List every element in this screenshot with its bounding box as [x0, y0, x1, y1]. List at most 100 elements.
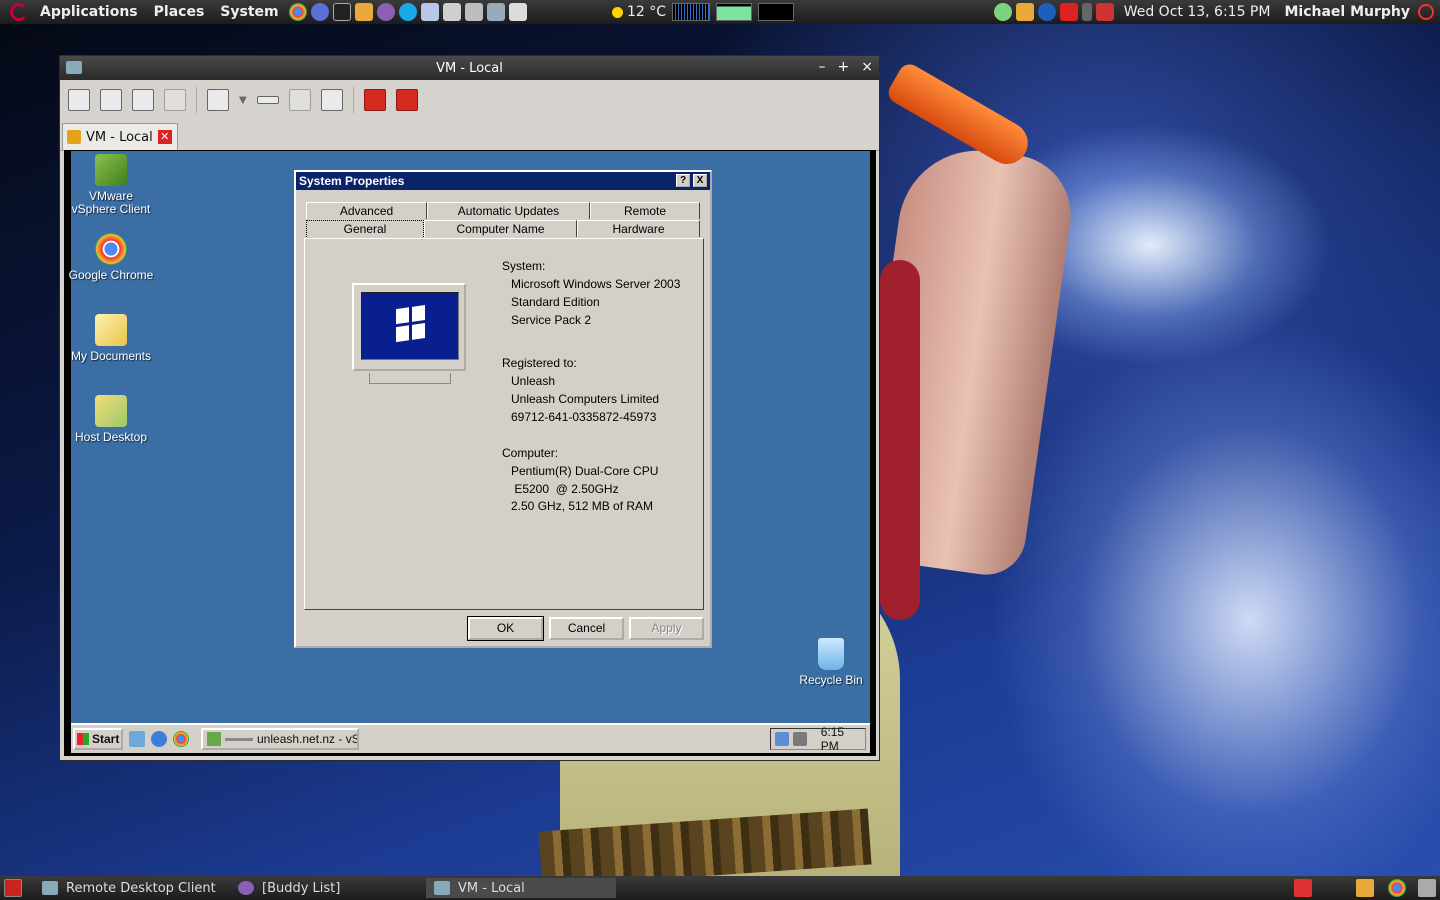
clipboard-icon[interactable]	[288, 89, 311, 111]
taskbar-item-label: unleash.net.nz - vS...	[257, 732, 359, 746]
taskbar-item-vsphere[interactable]: unleash.net.nz - vS...	[201, 728, 359, 750]
memory-monitor-graph[interactable]	[716, 3, 753, 21]
os-name: Microsoft Windows Server 2003	[511, 277, 681, 291]
menu-places[interactable]: Places	[146, 4, 213, 20]
show-desktop-icon[interactable]	[129, 731, 145, 747]
menu-system[interactable]: System	[212, 4, 286, 20]
user-switcher[interactable]: Michael Murphy	[1284, 4, 1410, 20]
debian-logo-icon[interactable]	[10, 3, 28, 21]
taskbar-item-buddy-list[interactable]: [Buddy List]	[230, 878, 420, 898]
recycle-bin-icon	[818, 638, 844, 670]
workspace-2-icon[interactable]	[1356, 879, 1374, 897]
update-notifier-icon[interactable]	[993, 3, 1012, 21]
tab-general[interactable]: General	[306, 220, 424, 239]
screenshot-launcher-icon[interactable]	[464, 3, 483, 21]
help-button[interactable]: ?	[676, 174, 690, 187]
skype-launcher-icon[interactable]	[398, 3, 417, 21]
taskbar-item-remote-desktop[interactable]: Remote Desktop Client	[34, 878, 224, 898]
tab-hardware[interactable]: Hardware	[577, 220, 700, 237]
cpu-monitor-graph[interactable]	[672, 3, 711, 21]
desktop-icon-chrome[interactable]: Google Chrome	[66, 233, 156, 282]
tab-label: VM - Local	[86, 129, 153, 145]
alert-icon[interactable]	[1059, 3, 1078, 21]
minimize-button[interactable]: –	[819, 59, 826, 75]
terminal-launcher-icon[interactable]	[332, 3, 351, 21]
close-button[interactable]: ×	[861, 59, 873, 75]
zoom-icon[interactable]	[207, 89, 229, 111]
keyboard-icon[interactable]	[256, 96, 279, 104]
power-icon[interactable]	[1418, 4, 1434, 20]
fullscreen-icon[interactable]	[100, 89, 122, 111]
preferences-icon[interactable]	[320, 89, 343, 111]
package-icon[interactable]	[1015, 3, 1034, 21]
network-monitor-graph[interactable]	[758, 3, 795, 21]
windows-logo-icon	[396, 304, 426, 344]
remote-desktop-app-icon[interactable]	[66, 61, 82, 74]
email-launcher-icon[interactable]	[310, 3, 329, 21]
taskbar-item-vm-local[interactable]: VM - Local	[426, 878, 616, 898]
desktop-icon-my-documents[interactable]: My Documents	[66, 314, 156, 363]
vmware-tools-tray-icon[interactable]	[792, 732, 807, 746]
zoom-dropdown-chevron-icon[interactable]: ▼	[239, 95, 247, 106]
disconnect-icon[interactable]	[395, 89, 418, 111]
monitor-stand	[369, 373, 451, 384]
top-panel-tray: Wed Oct 13, 6:15 PM Michael Murphy	[992, 3, 1440, 21]
toolbar-separator	[352, 87, 354, 113]
fit-window-icon[interactable]	[132, 89, 154, 111]
vm-launcher-icon[interactable]	[442, 3, 461, 21]
cancel-button[interactable]: Cancel	[549, 617, 624, 640]
network-launcher-icon[interactable]	[508, 3, 527, 21]
apply-button[interactable]: Apply	[629, 617, 704, 640]
bottom-panel: Remote Desktop Client [Buddy List] VM - …	[0, 876, 1440, 900]
dialog-title: System Properties	[299, 174, 405, 188]
desktop-icon-vsphere[interactable]: VMware vSphere Client	[66, 154, 156, 216]
chrome-launcher-icon[interactable]	[288, 3, 307, 21]
os-edition: Standard Edition	[511, 295, 600, 309]
maximize-button[interactable]: +	[838, 59, 850, 75]
editor-launcher-icon[interactable]	[420, 3, 439, 21]
dialog-titlebar[interactable]: System Properties ? X	[296, 172, 710, 190]
weather-applet[interactable]: 12 °C	[612, 3, 795, 21]
tab-advanced[interactable]: Advanced	[306, 202, 427, 219]
chrome-quicklaunch-icon[interactable]	[173, 731, 189, 747]
trash-icon[interactable]	[1418, 879, 1436, 897]
hp-printer-icon[interactable]	[1037, 3, 1056, 21]
panel-clock[interactable]: Wed Oct 13, 6:15 PM	[1124, 4, 1271, 20]
product-id: 69712-641-0335872-45973	[511, 410, 657, 424]
tab-remote[interactable]: Remote	[590, 202, 700, 219]
network-status-icon[interactable]	[1095, 3, 1114, 21]
tab-close-icon[interactable]: ✕	[157, 130, 172, 144]
vsphere-icon	[95, 154, 127, 186]
pidgin-launcher-icon[interactable]	[376, 3, 395, 21]
cpu-model: E5200 @ 2.50GHz	[511, 482, 619, 496]
workspace-1-icon[interactable]	[1294, 879, 1312, 897]
guest-clock[interactable]: 6:15 PM	[821, 725, 865, 753]
tab-computer-name[interactable]: Computer Name	[424, 220, 577, 237]
weather-temperature: 12 °C	[627, 4, 667, 20]
desktop-icon-recycle-bin[interactable]: Recycle Bin	[786, 638, 876, 687]
network-tray-icon[interactable]	[775, 732, 789, 746]
volume-icon[interactable]	[1081, 3, 1092, 21]
remote-desktop-launcher-icon[interactable]	[486, 3, 505, 21]
internet-explorer-icon[interactable]	[151, 731, 167, 747]
window-mode-icon[interactable]	[68, 89, 90, 111]
home-folder-launcher-icon[interactable]	[354, 3, 373, 21]
show-desktop-icon[interactable]	[4, 879, 22, 897]
workspace-3-icon[interactable]	[1388, 879, 1406, 897]
top-panel: Applications Places System 12 °C Wed Oct…	[0, 0, 1440, 24]
desktop-icon-host-desktop[interactable]: Host Desktop	[66, 395, 156, 444]
chrome-icon	[95, 233, 127, 265]
start-button[interactable]: Start	[73, 728, 123, 750]
registered-owner: Unleash	[511, 374, 556, 388]
tab-vm-local[interactable]: VM - Local ✕	[62, 123, 178, 150]
duplicate-icon[interactable]	[164, 89, 186, 111]
menu-applications[interactable]: Applications	[32, 4, 146, 20]
tab-automatic-updates[interactable]: Automatic Updates	[427, 202, 590, 219]
remote-desktop-icon	[42, 881, 58, 895]
minimize-to-tray-icon[interactable]	[363, 89, 386, 111]
ok-button[interactable]: OK	[467, 616, 544, 641]
vm-window-titlebar[interactable]: VM - Local – + ×	[60, 56, 879, 80]
sun-icon	[612, 6, 623, 18]
dialog-close-button[interactable]: X	[693, 174, 707, 187]
registered-organization: Unleash Computers Limited	[511, 392, 660, 406]
